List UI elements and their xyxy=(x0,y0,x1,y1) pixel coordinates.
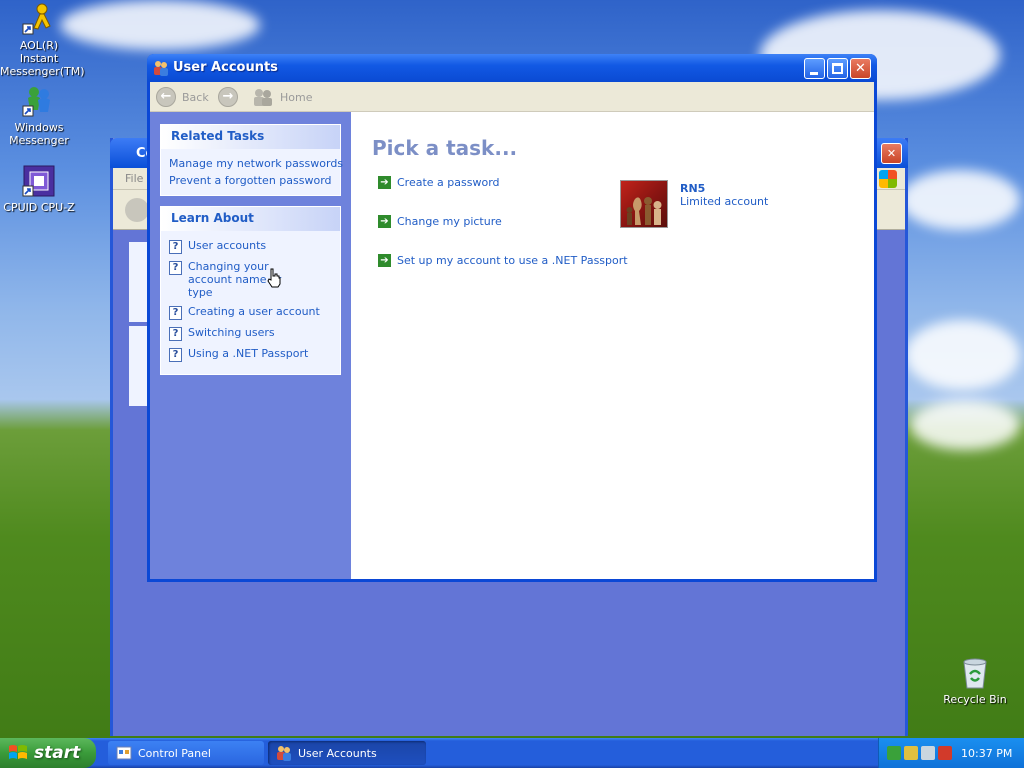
learn-item-label: Creating a user account xyxy=(188,305,320,318)
cloud xyxy=(900,170,1020,230)
window-title: User Accounts xyxy=(173,60,278,75)
forward-arrow-icon: → xyxy=(218,87,238,107)
security-shield-icon[interactable] xyxy=(938,746,952,760)
cloud xyxy=(60,0,260,50)
desktop-icon-label: CPUID CPU-Z xyxy=(3,201,75,214)
cloud xyxy=(905,320,1020,390)
start-button[interactable]: start xyxy=(0,738,96,768)
panel-heading[interactable]: Learn About xyxy=(161,207,340,231)
related-task-network-passwords[interactable]: Manage my network passwords xyxy=(169,155,343,172)
related-tasks-panel: Related Tasks Manage my network password… xyxy=(160,124,343,196)
account-card[interactable]: RN5 Limited account xyxy=(620,180,768,228)
learn-item-label: Switching users xyxy=(188,326,275,339)
close-button[interactable]: ✕ xyxy=(881,143,902,164)
desktop-icon-label: Recycle Bin xyxy=(943,693,1007,706)
back-icon[interactable] xyxy=(125,198,149,222)
maximize-icon xyxy=(832,63,843,74)
forward-button[interactable]: → xyxy=(218,87,244,107)
task-pane: Related Tasks Manage my network password… xyxy=(150,112,351,579)
messenger-icon xyxy=(22,84,56,118)
task-net-passport[interactable]: ➔ Set up my account to use a .NET Passpo… xyxy=(378,254,628,267)
help-icon: ? xyxy=(169,327,182,341)
back-button[interactable]: ← Back xyxy=(156,87,209,107)
desktop-icon-label: AOL(R) Instant Messenger(TM) xyxy=(0,39,85,78)
user-accounts-icon xyxy=(153,60,169,76)
learn-item-changing-account[interactable]: ? Changing your account name or type xyxy=(169,260,332,299)
green-arrow-icon: ➔ xyxy=(378,254,391,267)
messenger-tray-icon[interactable] xyxy=(904,746,918,760)
taskbar-button-control-panel[interactable]: Control Panel xyxy=(108,741,264,765)
desktop-icon-windows-messenger[interactable]: Windows Messenger xyxy=(0,84,78,147)
cpuz-icon xyxy=(22,164,56,198)
cloud xyxy=(910,400,1020,450)
home-icon xyxy=(252,88,274,106)
help-icon: ? xyxy=(169,261,182,275)
help-icon: ? xyxy=(169,240,182,254)
close-icon: ✕ xyxy=(855,61,866,76)
main-area: Pick a task... ➔ Create a password ➔ Cha… xyxy=(351,112,874,579)
network-icon[interactable] xyxy=(887,746,901,760)
windows-logo-icon xyxy=(879,170,897,188)
related-task-forgotten-password[interactable]: Prevent a forgotten password xyxy=(169,172,332,189)
learn-item-label: Changing your account name or type xyxy=(188,260,282,299)
panel-body: Manage my network passwords Prevent a fo… xyxy=(161,149,343,195)
window-content: Related Tasks Manage my network password… xyxy=(150,112,874,579)
panel-body: ? User accounts ? Changing your account … xyxy=(161,231,340,374)
task-label: Create a password xyxy=(397,176,500,189)
volume-icon[interactable] xyxy=(921,746,935,760)
menu-file[interactable]: File xyxy=(125,172,143,185)
account-type: Limited account xyxy=(680,195,769,208)
hand-cursor-icon xyxy=(267,268,281,288)
learn-item-net-passport[interactable]: ? Using a .NET Passport xyxy=(169,347,332,362)
desktop-icon-cpuz[interactable]: CPUID CPU-Z xyxy=(0,164,78,214)
help-icon: ? xyxy=(169,306,182,320)
task-change-picture[interactable]: ➔ Change my picture xyxy=(378,215,502,228)
learn-about-panel: Learn About ? User accounts ? Changing y… xyxy=(160,206,341,375)
taskbar-button-label: Control Panel xyxy=(138,746,211,760)
user-accounts-window[interactable]: User Accounts ✕ ← Back → Home Related Ta… xyxy=(147,54,877,582)
recycle-bin-icon xyxy=(958,656,992,690)
minimize-icon xyxy=(810,72,818,75)
desktop-icon-aim[interactable]: AOL(R) Instant Messenger(TM) xyxy=(0,2,85,78)
taskbar-button-user-accounts[interactable]: User Accounts xyxy=(268,741,426,765)
account-name: RN5 xyxy=(680,182,706,195)
taskbar: start Control Panel User Accounts 10:37 … xyxy=(0,738,1024,768)
panel-heading[interactable]: Related Tasks xyxy=(161,125,340,149)
home-button[interactable]: Home xyxy=(252,87,312,107)
taskbar-button-label: User Accounts xyxy=(298,746,377,760)
user-accounts-icon xyxy=(276,745,292,761)
learn-item-creating-account[interactable]: ? Creating a user account xyxy=(169,305,332,320)
home-label: Home xyxy=(280,90,313,104)
learn-item-label: User accounts xyxy=(188,239,267,252)
account-info: RN5 Limited account xyxy=(680,182,768,228)
clock[interactable]: 10:37 PM xyxy=(961,747,1012,760)
learn-item-label: Using a .NET Passport xyxy=(188,347,309,360)
control-panel-icon xyxy=(116,745,132,761)
task-create-password[interactable]: ➔ Create a password xyxy=(378,176,500,189)
task-label: Set up my account to use a .NET Passport xyxy=(397,254,628,267)
chess-picture-icon xyxy=(620,180,668,228)
start-label: start xyxy=(34,743,81,763)
navigation-bar: ← Back → Home xyxy=(150,82,874,112)
close-button[interactable]: ✕ xyxy=(850,58,871,79)
back-arrow-icon: ← xyxy=(156,87,176,107)
desktop-icon-label: Windows Messenger xyxy=(9,121,69,147)
system-tray: 10:37 PM xyxy=(878,738,1024,768)
desktop-icon-recycle-bin[interactable]: Recycle Bin xyxy=(936,656,1014,706)
windows-flag-icon xyxy=(8,743,28,763)
minimize-button[interactable] xyxy=(804,58,825,79)
titlebar[interactable]: User Accounts ✕ xyxy=(147,54,877,82)
learn-item-switching-users[interactable]: ? Switching users xyxy=(169,326,332,341)
aim-icon xyxy=(22,2,56,36)
back-label: Back xyxy=(182,90,209,104)
green-arrow-icon: ➔ xyxy=(378,215,391,228)
learn-item-user-accounts[interactable]: ? User accounts xyxy=(169,239,332,254)
green-arrow-icon: ➔ xyxy=(378,176,391,189)
page-title: Pick a task... xyxy=(372,136,518,160)
help-icon: ? xyxy=(169,348,182,362)
task-label: Change my picture xyxy=(397,215,502,228)
maximize-button[interactable] xyxy=(827,58,848,79)
